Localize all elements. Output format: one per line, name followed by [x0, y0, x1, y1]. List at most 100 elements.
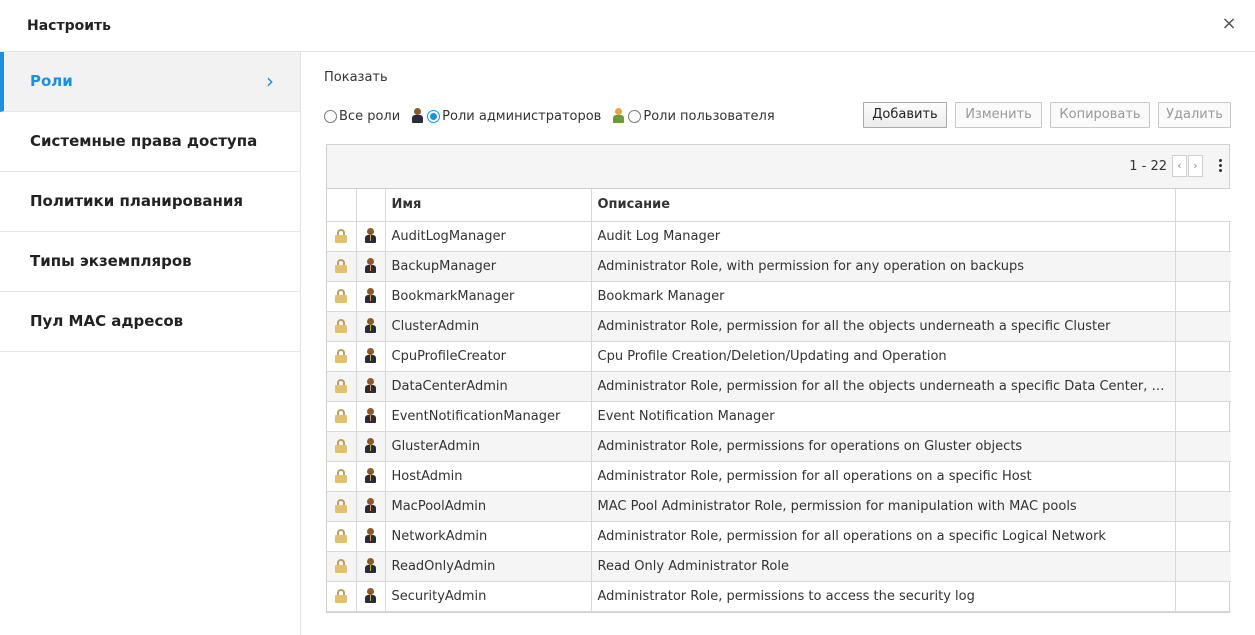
role-type-cell — [356, 311, 386, 342]
lock-cell — [327, 491, 357, 522]
filter-user-roles[interactable]: Роли пользователя — [613, 108, 775, 124]
lock-cell — [327, 551, 357, 582]
role-name: GlusterAdmin — [385, 431, 592, 462]
role-type-cell — [356, 431, 386, 462]
admin-role-icon — [365, 438, 376, 454]
table-row[interactable]: CpuProfileCreator Cpu Profile Creation/De… — [327, 341, 1231, 372]
table-row[interactable]: ClusterAdmin Administrator Role, permissi… — [327, 311, 1231, 342]
lock-icon — [335, 559, 348, 573]
table-row[interactable]: BackupManager Administrator Role, with pe… — [327, 251, 1231, 282]
pager-range: 1 - 22 — [1129, 159, 1167, 174]
sidebar-item-system-permissions[interactable]: Системные права доступа — [0, 112, 300, 172]
extra-cell — [1175, 221, 1231, 252]
sidebar-item-label: Политики планирования — [30, 192, 243, 210]
table-row[interactable]: ReadOnlyAdmin Read Only Administrator Rol… — [327, 551, 1231, 582]
lock-icon — [335, 409, 348, 423]
table-row[interactable]: SecurityAdmin Administrator Role, permiss… — [327, 581, 1231, 612]
role-type-cell — [356, 281, 386, 312]
extra-cell — [1175, 281, 1231, 312]
admin-role-icon — [365, 558, 376, 574]
filter-user-label: Роли пользователя — [643, 108, 775, 124]
kebab-menu-icon[interactable] — [1217, 157, 1223, 175]
role-description: Administrator Role, permissions for oper… — [591, 431, 1176, 462]
admin-role-icon — [365, 468, 376, 484]
role-type-cell — [356, 221, 386, 252]
delete-button[interactable]: Удалить — [1158, 102, 1231, 128]
extra-cell — [1175, 341, 1231, 372]
close-icon[interactable]: × — [1219, 14, 1239, 34]
admin-role-icon — [365, 288, 376, 304]
extra-cell — [1175, 431, 1231, 462]
header-description[interactable]: Описание — [591, 189, 1176, 222]
role-type-cell — [356, 461, 386, 492]
table-header-row: Имя Описание — [327, 189, 1231, 222]
table-row[interactable]: AuditLogManager Audit Log Manager — [327, 221, 1231, 252]
dialog-title: Настроить — [27, 18, 111, 34]
extra-cell — [1175, 491, 1231, 522]
extra-cell — [1175, 581, 1231, 612]
show-label: Показать — [324, 70, 388, 85]
sidebar-item-label: Роли — [30, 72, 73, 90]
role-name: ClusterAdmin — [385, 311, 592, 342]
lock-cell — [327, 311, 357, 342]
table-row[interactable]: EventNotificationManager Event Notificati… — [327, 401, 1231, 432]
role-description: Event Notification Manager — [591, 401, 1176, 432]
role-type-cell — [356, 251, 386, 282]
role-type-cell — [356, 341, 386, 372]
radio-all-roles[interactable] — [324, 109, 337, 123]
radio-user-roles[interactable] — [628, 109, 642, 123]
lock-cell — [327, 221, 357, 252]
table-row[interactable]: GlusterAdmin Administrator Role, permissi… — [327, 431, 1231, 462]
extra-cell — [1175, 551, 1231, 582]
role-description: Audit Log Manager — [591, 221, 1176, 252]
edit-button[interactable]: Изменить — [955, 102, 1042, 128]
radio-admin-roles[interactable] — [427, 109, 441, 123]
admin-role-icon — [365, 258, 376, 274]
admin-role-icon — [365, 498, 376, 514]
sidebar-item-instance-types[interactable]: Типы экземпляров — [0, 232, 300, 292]
lock-cell — [327, 281, 357, 312]
filter-admin-roles[interactable]: Роли администраторов — [412, 108, 601, 124]
add-button[interactable]: Добавить — [863, 102, 947, 128]
prev-page-button[interactable]: ‹ — [1172, 155, 1187, 177]
next-page-button[interactable]: › — [1188, 155, 1203, 177]
table-row[interactable]: DataCenterAdmin Administrator Role, permi… — [327, 371, 1231, 402]
role-name: DataCenterAdmin — [385, 371, 592, 402]
lock-icon — [335, 379, 348, 393]
lock-icon — [335, 319, 348, 333]
role-description: Read Only Administrator Role — [591, 551, 1176, 582]
main-panel: Показать Все роли Роли администраторов Р… — [301, 52, 1255, 635]
sidebar-item-mac-pools[interactable]: Пул MAC адресов — [0, 292, 300, 352]
role-type-cell — [356, 371, 386, 402]
admin-role-icon — [365, 528, 376, 544]
role-name: MacPoolAdmin — [385, 491, 592, 522]
copy-button[interactable]: Копировать — [1050, 102, 1150, 128]
lock-cell — [327, 581, 357, 612]
lock-icon — [335, 529, 348, 543]
sidebar-item-scheduling-policies[interactable]: Политики планирования — [0, 172, 300, 232]
header-name[interactable]: Имя — [385, 189, 592, 222]
user-role-icon — [613, 108, 625, 124]
table-row[interactable]: NetworkAdmin Administrator Role, permissi… — [327, 521, 1231, 552]
table-row[interactable]: BookmarkManager Bookmark Manager — [327, 281, 1231, 312]
table-row[interactable]: MacPoolAdmin MAC Pool Administrator Role,… — [327, 491, 1231, 522]
table-row[interactable]: HostAdmin Administrator Role, permission … — [327, 461, 1231, 492]
role-name: EventNotificationManager — [385, 401, 592, 432]
filter-all-roles[interactable]: Все роли — [324, 109, 400, 124]
extra-cell — [1175, 371, 1231, 402]
roles-grid: 1 - 22 ‹ › Имя Описание AuditLogManager A… — [326, 144, 1231, 613]
lock-icon — [335, 589, 348, 603]
role-type-cell — [356, 551, 386, 582]
lock-cell — [327, 341, 357, 372]
admin-role-icon — [412, 108, 424, 124]
extra-cell — [1175, 251, 1231, 282]
role-type-cell — [356, 521, 386, 552]
role-type-cell — [356, 401, 386, 432]
sidebar-item-roles[interactable]: Роли › — [0, 52, 300, 112]
sidebar-item-label: Системные права доступа — [30, 132, 258, 150]
roles-table: Имя Описание AuditLogManager Audit Log Ma… — [327, 189, 1231, 612]
role-name: CpuProfileCreator — [385, 341, 592, 372]
header-extra — [1175, 189, 1231, 222]
header-lock-col — [327, 189, 357, 222]
role-description: Bookmark Manager — [591, 281, 1176, 312]
